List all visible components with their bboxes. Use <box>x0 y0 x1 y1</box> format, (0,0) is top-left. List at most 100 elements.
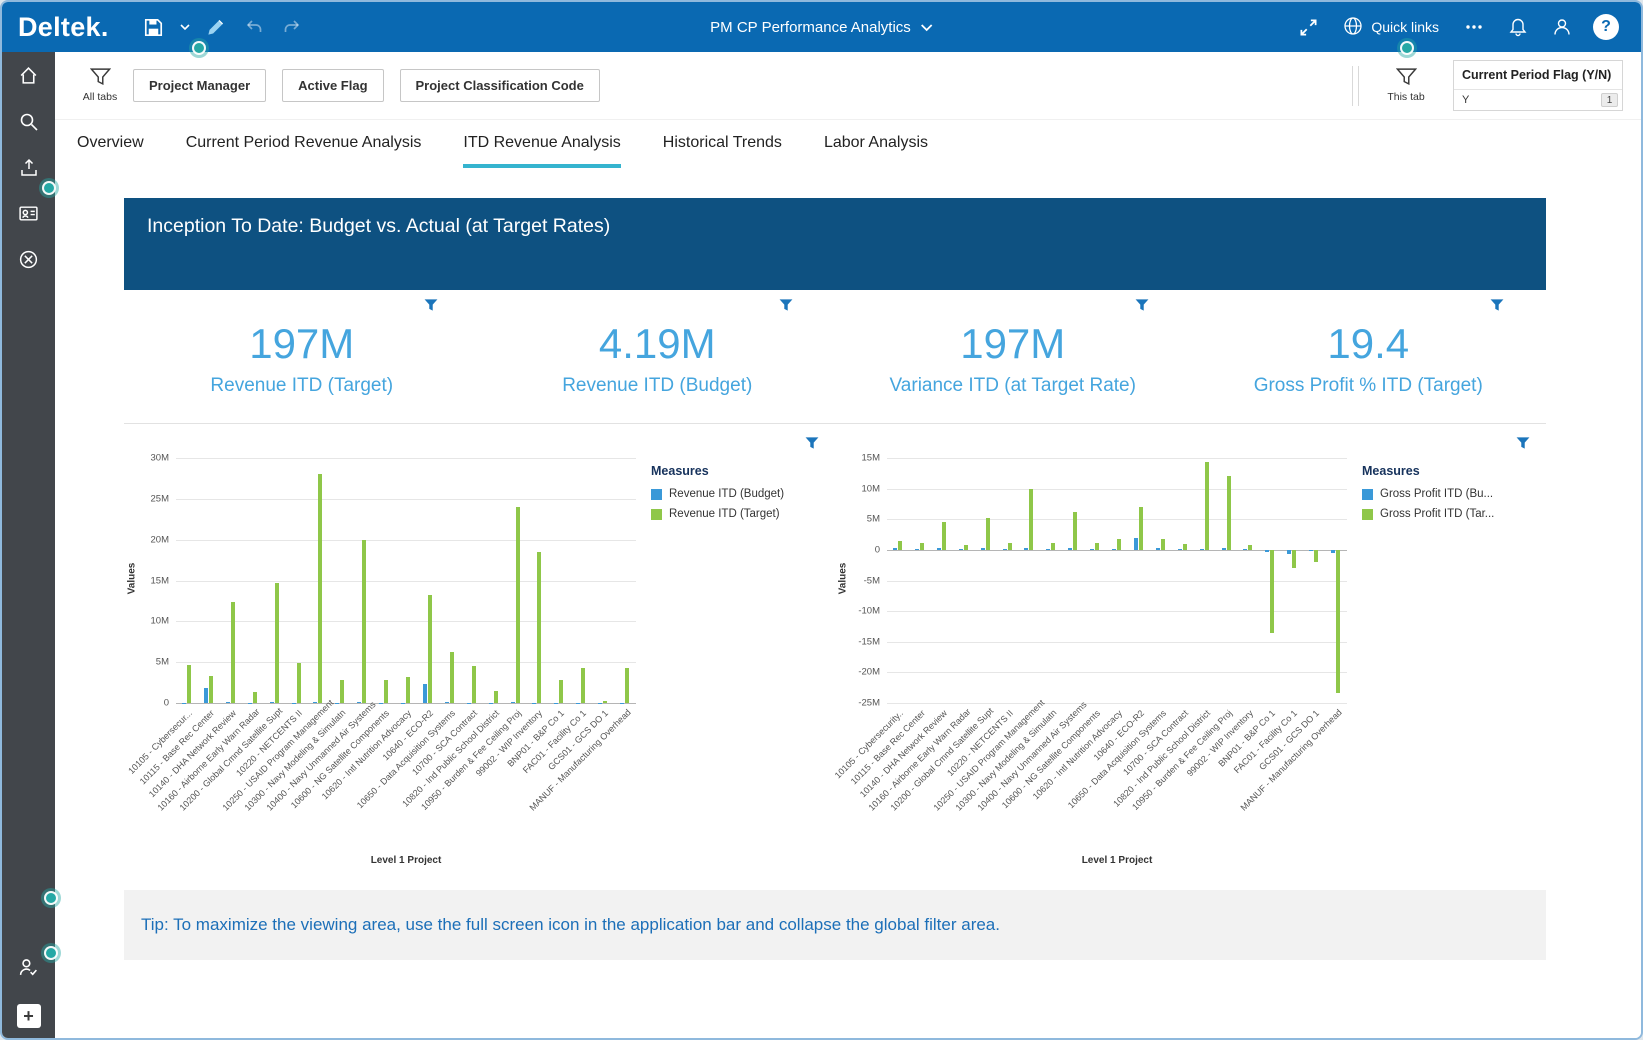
help-button[interactable]: ? <box>1591 12 1621 42</box>
tab-current-period-revenue-analysis[interactable]: Current Period Revenue Analysis <box>186 134 422 168</box>
edit-button[interactable] <box>201 12 231 42</box>
bar[interactable] <box>1204 462 1209 550</box>
current-period-flag-filter[interactable]: Current Period Flag (Y/N) Y 1 <box>1453 60 1623 111</box>
bar[interactable] <box>1287 549 1292 554</box>
bar[interactable] <box>1007 542 1012 550</box>
bar[interactable] <box>1029 488 1034 550</box>
bar[interactable] <box>1138 507 1143 550</box>
bar[interactable] <box>1133 537 1138 550</box>
bar[interactable] <box>296 663 301 703</box>
bar[interactable] <box>318 473 323 703</box>
bar[interactable] <box>1073 511 1078 550</box>
bar[interactable] <box>537 551 542 703</box>
quick-links-button[interactable]: Quick links <box>1343 16 1439 39</box>
bar[interactable] <box>384 680 389 703</box>
bar[interactable] <box>1243 549 1248 551</box>
bar[interactable] <box>1090 548 1095 550</box>
bar[interactable] <box>1046 548 1051 550</box>
bar[interactable] <box>985 518 990 550</box>
bar[interactable] <box>1068 548 1073 550</box>
bar[interactable] <box>230 601 235 703</box>
bar[interactable] <box>340 680 345 703</box>
guide-dot[interactable] <box>46 893 56 903</box>
bar[interactable] <box>1160 538 1165 550</box>
bar[interactable] <box>941 521 946 550</box>
sidebar-item-export[interactable] <box>17 158 41 182</box>
bar[interactable] <box>1292 549 1297 569</box>
bar[interactable] <box>914 548 919 550</box>
legend-item[interactable]: Revenue ITD (Budget) <box>651 488 801 500</box>
bar[interactable] <box>1051 542 1056 550</box>
bar[interactable] <box>898 540 902 550</box>
bar[interactable] <box>1226 476 1231 550</box>
tab-overview[interactable]: Overview <box>77 134 144 168</box>
bar[interactable] <box>1177 549 1182 551</box>
bar[interactable] <box>252 691 257 703</box>
this-tab-filter-button[interactable]: This tab <box>1373 68 1439 103</box>
bar[interactable] <box>427 595 432 703</box>
sidebar-item-user-check[interactable] <box>17 958 41 982</box>
tab-labor-analysis[interactable]: Labor Analysis <box>824 134 928 168</box>
bar[interactable] <box>1331 549 1335 553</box>
filter-funnel-icon[interactable] <box>779 298 793 316</box>
filter-funnel-icon[interactable] <box>805 436 819 454</box>
bar[interactable] <box>362 539 367 703</box>
bar[interactable] <box>203 687 208 703</box>
bar[interactable] <box>1112 548 1116 550</box>
bar[interactable] <box>274 583 279 703</box>
bar[interactable] <box>1265 549 1270 553</box>
bar[interactable] <box>1270 549 1275 633</box>
guide-dot[interactable] <box>1402 43 1412 53</box>
filter-funnel-icon[interactable] <box>1516 436 1530 454</box>
bar[interactable] <box>208 676 213 703</box>
bar[interactable] <box>1095 542 1100 550</box>
tab-itd-revenue-analysis[interactable]: ITD Revenue Analysis <box>463 134 621 168</box>
legend-item[interactable]: Revenue ITD (Target) <box>651 508 801 520</box>
legend-item[interactable]: Gross Profit ITD (Bu... <box>1362 488 1512 500</box>
guide-dot[interactable] <box>44 183 54 193</box>
sidebar-item-add[interactable]: + <box>16 1004 41 1028</box>
filter-funnel-icon[interactable] <box>1135 298 1149 316</box>
bar[interactable] <box>559 680 564 703</box>
bar[interactable] <box>1117 538 1121 550</box>
bar[interactable] <box>980 548 985 550</box>
bar[interactable] <box>422 684 427 703</box>
bar[interactable] <box>1002 548 1007 550</box>
redo-button[interactable] <box>277 12 307 42</box>
account-button[interactable] <box>1547 12 1577 42</box>
filter-panel-collapse-handle[interactable] <box>1352 65 1359 106</box>
bar[interactable] <box>1336 549 1340 693</box>
bar[interactable] <box>581 667 586 703</box>
tab-historical-trends[interactable]: Historical Trends <box>663 134 782 168</box>
filter-button-project-classification-code[interactable]: Project Classification Code <box>399 69 600 102</box>
bar[interactable] <box>958 549 963 551</box>
bar[interactable] <box>1155 548 1160 550</box>
guide-dot[interactable] <box>46 948 56 958</box>
bar[interactable] <box>471 666 476 704</box>
bar[interactable] <box>406 676 410 703</box>
all-tabs-filter-button[interactable]: All tabs <box>67 68 133 103</box>
bar[interactable] <box>1199 548 1204 550</box>
filter-button-project-manager[interactable]: Project Manager <box>133 69 267 102</box>
guide-dot[interactable] <box>194 43 204 53</box>
bar[interactable] <box>963 545 968 550</box>
bar[interactable] <box>1309 549 1314 552</box>
bar[interactable] <box>936 548 941 550</box>
bar[interactable] <box>493 690 498 704</box>
legend-item[interactable]: Gross Profit ITD (Tar... <box>1362 508 1512 520</box>
notifications-button[interactable] <box>1503 12 1533 42</box>
filter-funnel-icon[interactable] <box>1490 298 1504 316</box>
bar[interactable] <box>1024 548 1029 550</box>
sidebar-item-home[interactable] <box>17 66 41 90</box>
filter-funnel-icon[interactable] <box>424 298 438 316</box>
bar[interactable] <box>1182 543 1187 550</box>
bar[interactable] <box>919 542 924 550</box>
filter-button-active-flag[interactable]: Active Flag <box>282 69 384 102</box>
bar[interactable] <box>1314 549 1319 563</box>
bar[interactable] <box>625 667 629 703</box>
more-options-button[interactable] <box>1459 12 1489 42</box>
bar[interactable] <box>449 651 454 703</box>
fullscreen-button[interactable] <box>1293 12 1323 42</box>
bar[interactable] <box>1221 548 1226 550</box>
sidebar-item-navigate[interactable] <box>17 250 41 274</box>
